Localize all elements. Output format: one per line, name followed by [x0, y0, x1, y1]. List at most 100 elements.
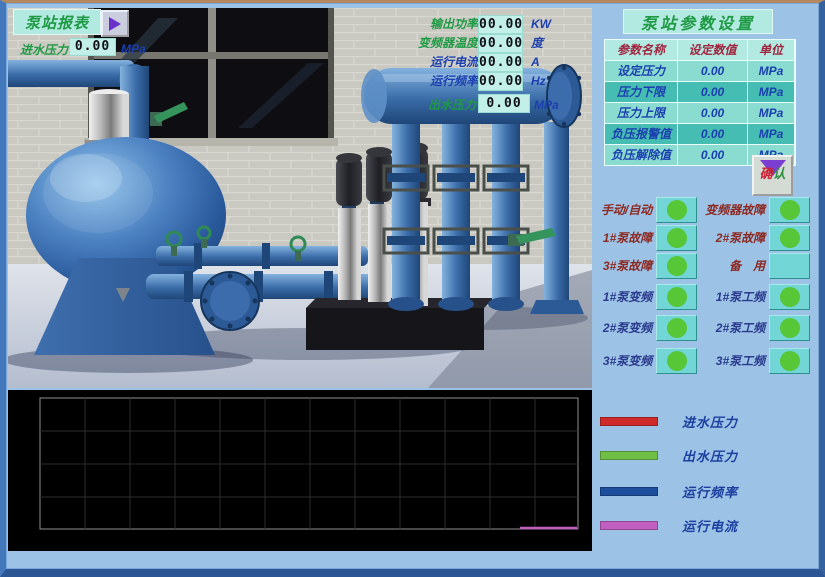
legend-label: 运行频率	[682, 482, 738, 501]
support-leg	[544, 122, 569, 300]
pump-1	[336, 153, 362, 300]
status-lamp-box	[769, 348, 810, 374]
outlet-pressure-value: 0.00	[478, 94, 530, 113]
status-lamp-box	[656, 197, 697, 223]
param-name: 设定压力	[605, 61, 677, 81]
status-lamp-box	[769, 253, 810, 279]
status-label: 备 用	[697, 257, 769, 274]
grid-lines	[40, 398, 578, 529]
status-row: 1#泵故障 2#泵故障	[592, 224, 810, 251]
status-label: 手动/自动	[592, 201, 656, 218]
status-lamp-box	[769, 284, 810, 310]
param-name: 负压解除值	[605, 145, 677, 165]
lamp-green	[667, 351, 687, 371]
lamp-green	[667, 256, 687, 276]
param-value-input[interactable]: 0.00	[678, 145, 747, 165]
param-value-input[interactable]: 0.00	[678, 61, 747, 81]
status-lamp-box	[769, 225, 810, 251]
outlet-pressure-unit: MPa	[534, 96, 559, 115]
outlet-pressure-label: 出水压力	[398, 96, 476, 115]
status-label: 1#泵工频	[697, 288, 769, 305]
trend-plot	[8, 390, 592, 551]
inlet-pressure-value: 0.00	[69, 38, 116, 56]
param-name: 压力下限	[605, 82, 677, 102]
col-header-name: 参数名称	[605, 40, 677, 60]
report-nav-button[interactable]	[101, 10, 129, 37]
legend-item: 运行频率	[600, 482, 738, 501]
confirm-button-label: 确认	[759, 167, 785, 180]
legend-swatch	[600, 521, 658, 530]
lamp-green	[780, 318, 800, 338]
run-current-unit: A	[531, 53, 540, 72]
hmi-root: 泵站报表 进水压力 0.00 MPa 输出功率 00.00 KW 变频器温度 0…	[0, 0, 825, 577]
legend-swatch	[600, 451, 658, 460]
param-name: 压力上限	[605, 103, 677, 123]
status-label: 变频器故障	[697, 201, 769, 218]
status-row: 1#泵变频 1#泵工频	[592, 283, 810, 310]
param-unit: MPa	[748, 124, 794, 144]
lamp-green	[780, 351, 800, 371]
param-value-input[interactable]: 0.00	[678, 103, 747, 123]
status-lamp-box	[656, 225, 697, 251]
status-label: 2#泵故障	[697, 229, 769, 246]
param-name: 负压报警值	[605, 124, 677, 144]
inverter-temp-label: 变频器温度	[398, 34, 478, 53]
confirm-button[interactable]: 确认	[752, 155, 793, 196]
legend-swatch	[600, 417, 658, 426]
lamp-green	[780, 200, 800, 220]
run-frequency-value: 00.00	[478, 72, 523, 91]
settings-panel-title: 泵站参数设置	[623, 9, 773, 34]
status-lamp-box	[656, 315, 697, 341]
run-frequency-label: 运行频率	[398, 72, 478, 91]
pump-2	[366, 147, 392, 302]
param-unit: MPa	[748, 103, 794, 123]
status-label: 3#泵工频	[697, 352, 769, 369]
run-current-label: 运行电流	[398, 53, 478, 72]
inverter-temp-value: 00.00	[478, 34, 523, 53]
status-row: 2#泵变频 2#泵工频	[592, 314, 810, 341]
status-row: 3#泵变频 3#泵工频	[592, 347, 810, 374]
param-unit: MPa	[748, 82, 794, 102]
status-label: 2#泵工频	[697, 319, 769, 336]
legend-item: 运行电流	[600, 516, 738, 535]
legend-label: 进水压力	[682, 412, 738, 431]
status-lamp-box	[656, 348, 697, 374]
param-value-input[interactable]: 0.00	[678, 124, 747, 144]
col-header-unit: 单位	[748, 40, 794, 60]
lamp-green	[780, 287, 800, 307]
run-frequency-unit: Hz	[531, 72, 546, 91]
param-value-input[interactable]: 0.00	[678, 82, 747, 102]
inlet-pressure-label: 进水压力	[10, 41, 68, 60]
status-label: 1#泵变频	[592, 288, 656, 305]
status-row: 手动/自动 变频器故障	[592, 196, 810, 223]
lamp-green	[667, 287, 687, 307]
legend-swatch	[600, 487, 658, 496]
lamp-green	[780, 228, 800, 248]
status-label: 3#泵故障	[592, 257, 656, 274]
legend-label: 出水压力	[682, 446, 738, 465]
output-power-unit: KW	[531, 15, 551, 34]
parameter-table: 参数名称 设定数值 单位 设定压力 0.00 MPa 压力下限 0.00 MPa…	[604, 39, 796, 166]
run-current-value: 00.00	[478, 53, 523, 72]
status-lamp-box	[656, 284, 697, 310]
inlet-pressure-unit: MPa	[121, 40, 146, 59]
lamp-green	[667, 228, 687, 248]
status-lamp-box	[656, 253, 697, 279]
status-lamp-box	[769, 197, 810, 223]
lamp-green	[667, 200, 687, 220]
lamp-green	[667, 318, 687, 338]
inverter-temp-unit: 度	[531, 34, 543, 53]
status-label: 2#泵变频	[592, 319, 656, 336]
status-row: 3#泵故障 备 用	[592, 252, 810, 279]
status-lamp-box	[769, 315, 810, 341]
output-power-label: 输出功率	[398, 15, 478, 34]
play-arrow-icon	[109, 17, 121, 31]
legend-label: 运行电流	[682, 516, 738, 535]
status-label: 3#泵变频	[592, 352, 656, 369]
param-unit: MPa	[748, 61, 794, 81]
legend-item: 进水压力	[600, 412, 738, 431]
legend-item: 出水压力	[600, 446, 738, 465]
col-header-value: 设定数值	[678, 40, 747, 60]
trend-chart	[8, 390, 592, 551]
report-button[interactable]: 泵站报表	[13, 9, 101, 35]
